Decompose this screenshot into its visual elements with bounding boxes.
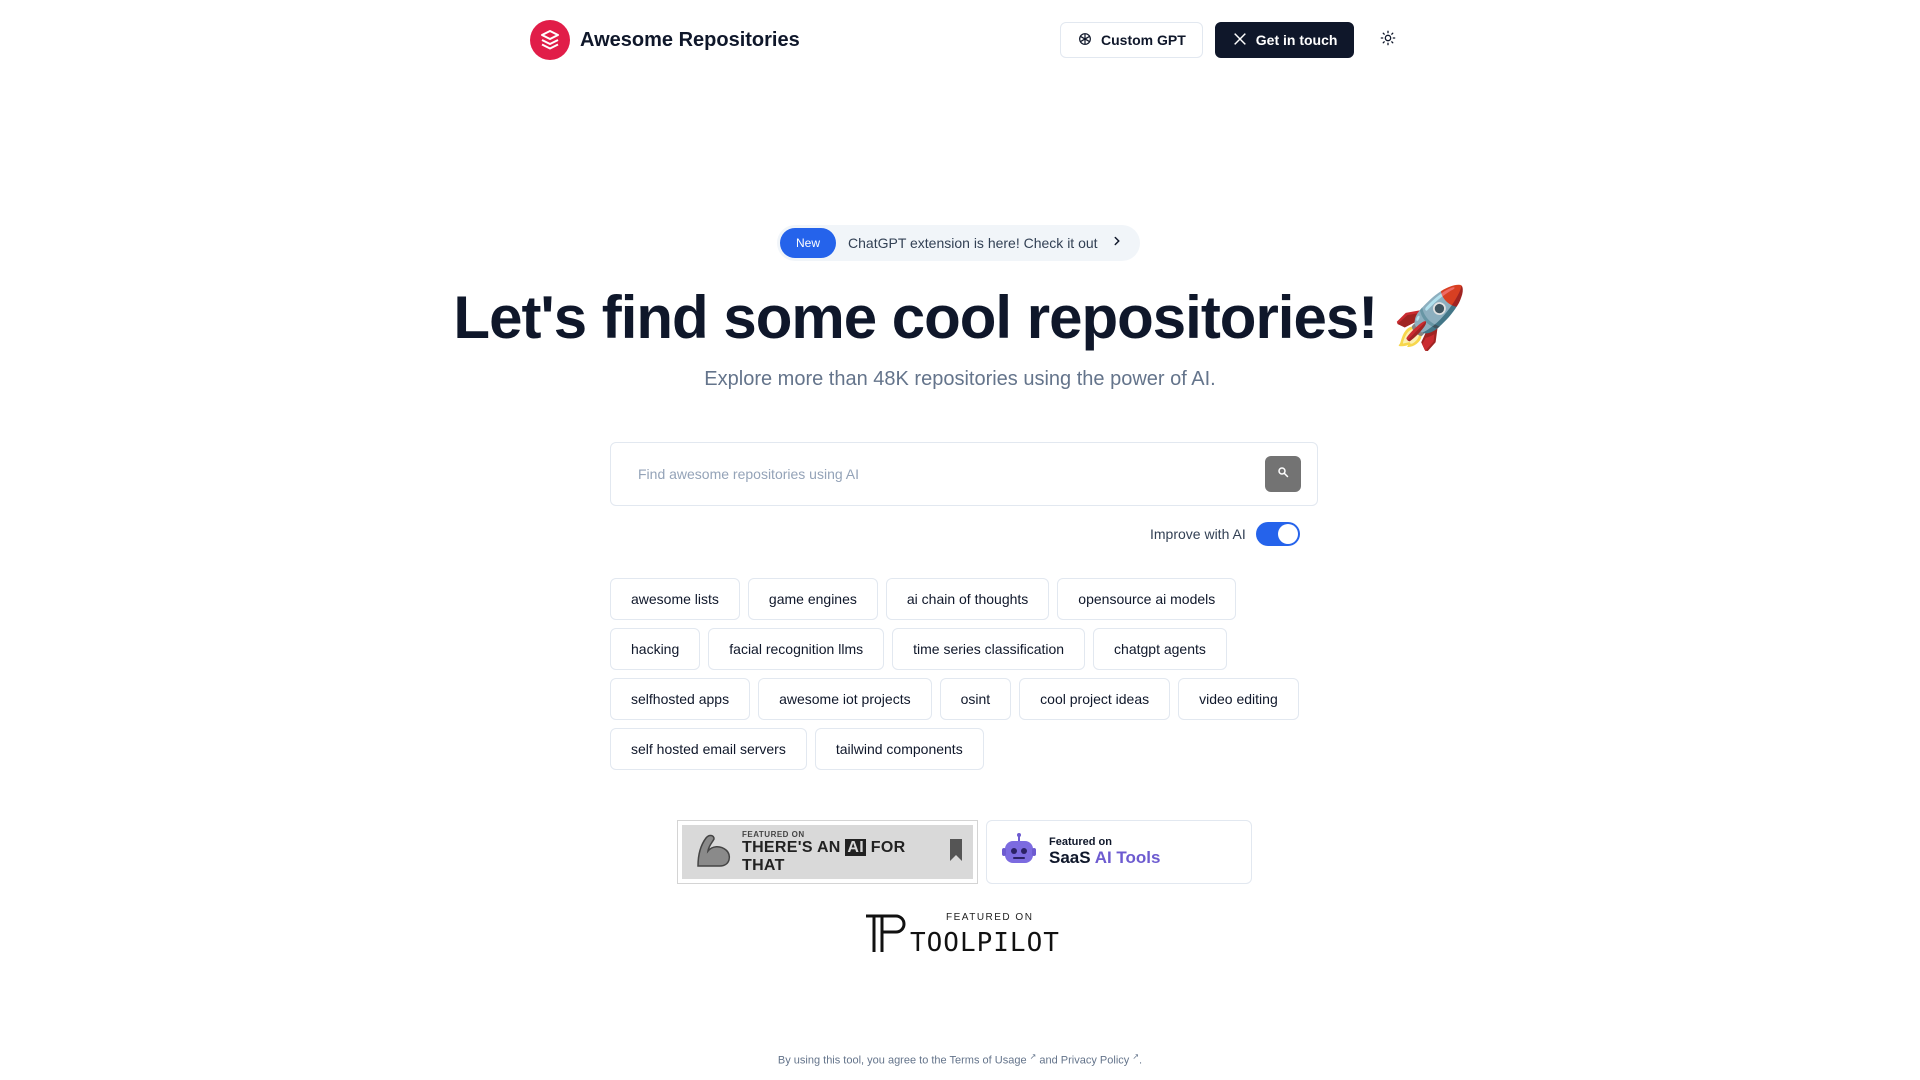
flexed-arm-icon bbox=[692, 830, 734, 875]
search-icon bbox=[1277, 465, 1289, 483]
tag-chip[interactable]: video editing bbox=[1178, 678, 1299, 720]
tag-chip[interactable]: hacking bbox=[610, 628, 701, 670]
footer-disclaimer: By using this tool, you agree to the Ter… bbox=[777, 1052, 1143, 1067]
tag-chip[interactable]: osint bbox=[939, 678, 1012, 720]
tag-chip[interactable]: time series classification bbox=[892, 628, 1086, 670]
page-subtitle: Explore more than 48K repositories using… bbox=[704, 368, 1216, 390]
aift-featured-label: FEATURED ON bbox=[742, 829, 805, 839]
tag-chip[interactable]: selfhosted apps bbox=[610, 678, 751, 720]
brand-name: Awesome Repositories bbox=[580, 28, 800, 51]
site-header: Awesome Repositories Custom GPT Get in t… bbox=[0, 0, 1920, 80]
theres-an-ai-for-that-badge[interactable]: FEATURED ON THERE'S AN AI FOR THAT bbox=[677, 820, 978, 884]
bookmark-icon bbox=[949, 838, 963, 867]
tag-chip[interactable]: opensource ai models bbox=[1057, 578, 1237, 620]
layers-logo-icon bbox=[530, 20, 570, 60]
robot-icon bbox=[1001, 832, 1037, 873]
tag-chip[interactable]: chatgpt agents bbox=[1093, 628, 1227, 670]
tag-chip[interactable]: cool project ideas bbox=[1019, 678, 1171, 720]
x-logo-icon bbox=[1232, 31, 1248, 50]
header-nav: Custom GPT Get in touch bbox=[1060, 22, 1406, 58]
improve-with-ai: Improve with AI bbox=[1150, 522, 1300, 546]
brand-link[interactable]: Awesome Repositories bbox=[530, 20, 800, 60]
suggestion-tags: awesome lists game engines ai chain of t… bbox=[610, 578, 1320, 770]
featured-badges: FEATURED ON THERE'S AN AI FOR THAT Featu… bbox=[677, 820, 1252, 884]
chevron-right-icon bbox=[1110, 234, 1124, 253]
theme-toggle-button[interactable] bbox=[1370, 22, 1406, 58]
get-in-touch-button[interactable]: Get in touch bbox=[1214, 22, 1355, 58]
get-in-touch-label: Get in touch bbox=[1255, 32, 1338, 48]
saas-ai-tools-badge[interactable]: Featured on SaaS AI Tools bbox=[986, 820, 1252, 884]
toolpilot-logo-icon bbox=[864, 912, 908, 961]
improve-with-ai-label: Improve with AI bbox=[1150, 526, 1246, 542]
saas-name: SaaS AI Tools bbox=[1049, 848, 1161, 867]
tag-chip[interactable]: awesome iot projects bbox=[758, 678, 932, 720]
custom-gpt-label: Custom GPT bbox=[1101, 32, 1186, 48]
improve-with-ai-toggle[interactable] bbox=[1255, 522, 1300, 546]
new-badge: New bbox=[780, 228, 837, 258]
tag-chip[interactable]: ai chain of thoughts bbox=[885, 578, 1050, 620]
openai-icon bbox=[1077, 31, 1093, 50]
toolpilot-badge[interactable]: FEATURED ON TOOLPILOT bbox=[860, 906, 1076, 958]
announcement-text: ChatGPT extension is here! Check it out bbox=[848, 235, 1098, 251]
tag-chip[interactable]: awesome lists bbox=[610, 578, 740, 620]
search-input[interactable] bbox=[638, 466, 1265, 482]
tag-chip[interactable]: facial recognition llms bbox=[708, 628, 885, 670]
custom-gpt-button[interactable]: Custom GPT bbox=[1060, 22, 1203, 58]
aift-name: THERE'S AN AI FOR THAT bbox=[742, 838, 906, 874]
announcement-pill[interactable]: New ChatGPT extension is here! Check it … bbox=[777, 225, 1140, 261]
page-title: Let's find some cool repositories! 🚀 bbox=[453, 284, 1467, 351]
tag-chip[interactable]: game engines bbox=[747, 578, 878, 620]
tag-chip[interactable]: tailwind components bbox=[814, 728, 984, 770]
saas-featured-label: Featured on bbox=[1049, 836, 1112, 848]
toggle-knob bbox=[1277, 524, 1298, 544]
terms-link[interactable]: Terms of Usage bbox=[950, 1055, 1027, 1067]
toolpilot-name: TOOLPILOT bbox=[910, 928, 1060, 958]
sun-icon bbox=[1380, 30, 1396, 51]
privacy-link[interactable]: Privacy Policy bbox=[1061, 1055, 1129, 1067]
search-button[interactable] bbox=[1265, 456, 1301, 492]
search-box bbox=[610, 442, 1318, 506]
toolpilot-featured-label: FEATURED ON bbox=[946, 912, 1034, 923]
tag-chip[interactable]: self hosted email servers bbox=[610, 728, 807, 770]
